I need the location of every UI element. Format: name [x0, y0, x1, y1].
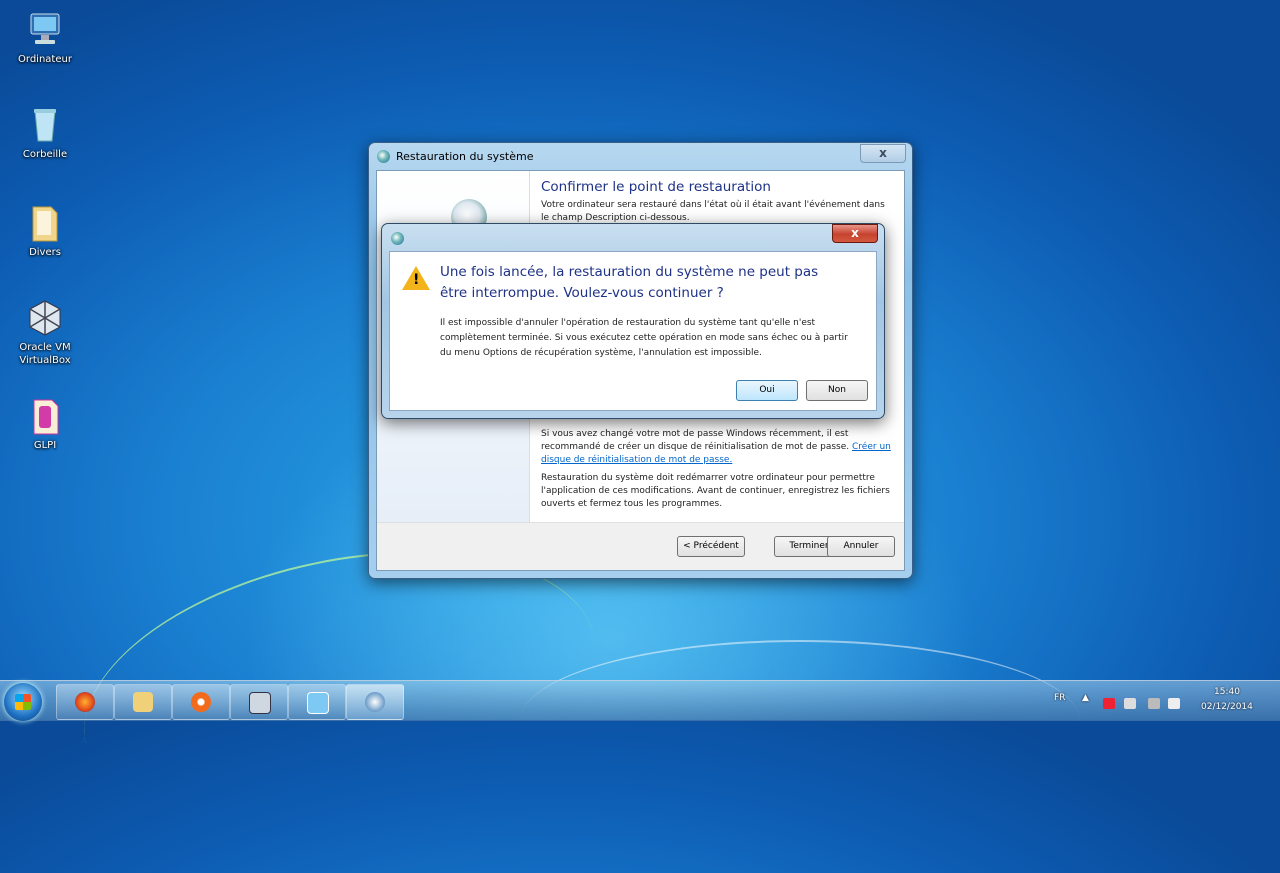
show-hidden-icons-button[interactable]: ▲ — [1082, 693, 1089, 703]
wallpaper-streak — [520, 640, 1080, 802]
warning-icon: ! — [402, 266, 430, 290]
desktop-icon-label: Divers — [29, 247, 61, 258]
start-button[interactable] — [4, 683, 42, 721]
yes-button[interactable]: Oui — [736, 380, 798, 401]
intro-text: Votre ordinateur sera restauré dans l'ét… — [541, 200, 885, 223]
desktop-icon-recycle-bin[interactable]: Corbeille — [10, 105, 80, 161]
desktop-icon-divers[interactable]: Divers — [10, 203, 80, 259]
taskbar-item-media-player[interactable] — [172, 684, 230, 720]
volume-icon[interactable] — [1168, 698, 1180, 709]
system-restore-icon — [365, 692, 385, 712]
desktop-icon-label: Ordinateur — [18, 54, 72, 65]
page-heading: Confirmer le point de restauration — [541, 179, 771, 195]
desktop-icon-virtualbox[interactable]: Oracle VM VirtualBox — [10, 298, 80, 367]
password-note: Si vous avez changé votre mot de passe W… — [541, 428, 894, 467]
system-restore-icon — [377, 150, 390, 163]
dialog-main-instruction: Une fois lancée, la restauration du syst… — [440, 264, 819, 301]
close-button[interactable]: x — [860, 144, 906, 163]
desktop-icon-label: GLPI — [33, 440, 57, 451]
confirmation-dialog: x ! Une fois lancée, la restauration du … — [381, 223, 885, 419]
windows-logo-icon — [15, 694, 31, 710]
cancel-button[interactable]: Annuler — [827, 536, 895, 557]
media-player-icon — [191, 692, 211, 712]
window-title: Restauration du système — [396, 150, 534, 163]
action-center-icon[interactable] — [1103, 698, 1115, 709]
computer-icon — [27, 10, 63, 50]
dialog-body-text: Il est impossible d'annuler l'opération … — [440, 318, 848, 358]
network-icon[interactable] — [1148, 698, 1160, 709]
clock-date[interactable]: 02/12/2014 — [1201, 702, 1253, 712]
device-icon[interactable] — [1124, 698, 1136, 709]
glpi-icon — [27, 396, 63, 436]
monitor-icon — [307, 692, 329, 714]
system-restore-icon — [391, 232, 404, 245]
back-button[interactable]: < Précédent — [677, 536, 745, 557]
dialog-client: ! Une fois lancée, la restauration du sy… — [389, 251, 877, 411]
warning-glyph: ! — [413, 272, 420, 288]
taskbar: FR ▲ 15:40 02/12/2014 — [0, 680, 1280, 721]
desktop-icon-label: Oracle VM VirtualBox — [19, 342, 71, 366]
clock-time[interactable]: 15:40 — [1214, 687, 1240, 697]
desktop-icon-label: Corbeille — [22, 149, 68, 160]
virtualbox-icon — [27, 298, 63, 338]
desktop-icon-computer[interactable]: Ordinateur — [10, 10, 80, 66]
folder-icon — [27, 203, 63, 243]
language-indicator[interactable]: FR — [1054, 693, 1065, 703]
close-button[interactable]: x — [832, 224, 878, 243]
taskbar-item-firefox[interactable] — [56, 684, 114, 720]
desktop-icon-glpi[interactable]: GLPI — [10, 396, 80, 452]
virtualbox-icon — [249, 692, 271, 714]
taskbar-item-virtualbox[interactable] — [230, 684, 288, 720]
folder-icon — [133, 692, 153, 712]
taskbar-item-monitor[interactable] — [288, 684, 346, 720]
password-note-text: Si vous avez changé votre mot de passe W… — [541, 429, 850, 452]
recycle-bin-icon — [27, 105, 63, 145]
firefox-icon — [75, 692, 95, 712]
window-titlebar[interactable]: Restauration du système x — [369, 143, 912, 170]
taskbar-item-system-restore[interactable] — [346, 684, 404, 720]
restart-note: Restauration du système doit redémarrer … — [541, 473, 890, 509]
no-button[interactable]: Non — [806, 380, 868, 401]
wizard-footer: < Précédent Terminer Annuler — [377, 522, 904, 570]
taskbar-item-explorer[interactable] — [114, 684, 172, 720]
